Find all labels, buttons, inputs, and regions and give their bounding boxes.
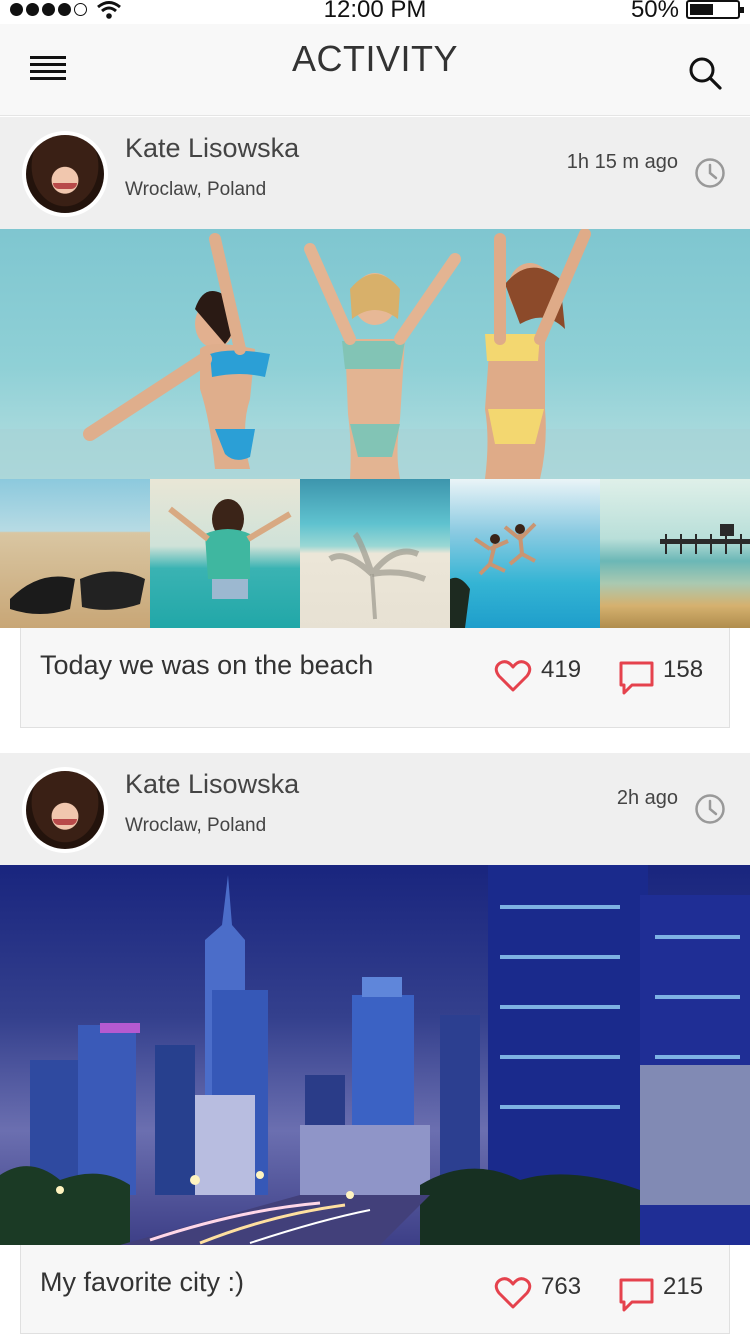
palm-shadow-illustration — [328, 531, 427, 620]
post-time: 1h 15 m ago — [566, 151, 678, 173]
post-header: Kate Lisowska Wroclaw, Poland 2h ago — [0, 753, 750, 865]
photo-thumbnail[interactable] — [300, 479, 450, 628]
post-caption: Today we was on the beach — [40, 650, 374, 680]
comment-icon[interactable] — [617, 1275, 657, 1315]
heart-icon[interactable] — [493, 1273, 533, 1313]
post-caption-card: My favorite city :) 763 215 — [20, 1245, 730, 1334]
jumping-people-illustration — [450, 522, 537, 628]
photo-thumbnail[interactable] — [150, 479, 300, 628]
photo-thumbnail[interactable] — [0, 479, 150, 628]
comment-icon[interactable] — [617, 658, 657, 698]
comments-count: 158 — [663, 656, 704, 683]
status-bar: 12:00 PM 50% — [0, 0, 750, 24]
likes-count: 763 — [541, 1273, 582, 1300]
page-title: ACTIVITY — [291, 38, 459, 79]
avatar[interactable] — [22, 767, 108, 853]
pier-illustration — [660, 524, 750, 554]
city-skyline-illustration — [0, 865, 750, 1245]
search-icon[interactable] — [688, 56, 722, 90]
clock-icon — [695, 794, 725, 824]
post-caption-card: Today we was on the beach 419 158 — [20, 628, 730, 728]
author-location: Wroclaw, Poland — [125, 179, 267, 200]
top-navigation-bar: ACTIVITY — [0, 24, 750, 116]
battery-percentage: 50% — [630, 0, 679, 23]
photo-thumbnail[interactable] — [450, 479, 600, 628]
post-main-photo[interactable] — [0, 229, 750, 479]
post-header: Kate Lisowska Wroclaw, Poland 1h 15 m ag… — [0, 117, 750, 229]
comments-count: 215 — [663, 1273, 704, 1300]
post-time: 2h ago — [616, 787, 678, 809]
heart-icon[interactable] — [493, 656, 533, 696]
photo-thumbnail[interactable] — [600, 479, 750, 628]
author-name[interactable]: Kate Lisowska — [125, 133, 299, 164]
person-illustration — [168, 499, 292, 599]
sunglasses-illustration — [10, 571, 145, 614]
author-location: Wroclaw, Poland — [125, 815, 267, 836]
post-main-photo[interactable] — [0, 865, 750, 1245]
avatar[interactable] — [22, 131, 108, 217]
post-caption: My favorite city :) — [40, 1267, 245, 1297]
beach-photo-illustration — [0, 229, 750, 479]
likes-count: 419 — [541, 656, 582, 683]
photo-thumbnail-strip — [0, 479, 750, 628]
author-name[interactable]: Kate Lisowska — [125, 769, 299, 800]
battery-icon — [686, 0, 744, 19]
clock-icon — [695, 158, 725, 188]
